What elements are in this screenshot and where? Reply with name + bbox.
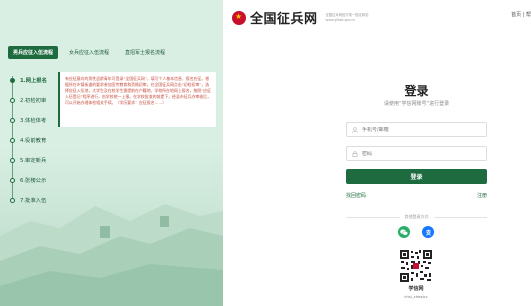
password-field[interactable] <box>346 146 487 161</box>
step-label: 5.审定新兵 <box>20 158 47 164</box>
process-steps: 1.网上报名 2.初检初审 3.体检体考 4.役前教育 5.审定新兵 6.张榜公… <box>10 70 60 210</box>
password-input[interactable] <box>362 150 472 157</box>
other-login-label: 其他登录方式 <box>404 214 429 219</box>
site-subtitle-line1: 全国征兵网官方唯一指定网站 <box>325 12 369 17</box>
step-physical-exam[interactable]: 3.体检体考 <box>10 110 60 130</box>
login-title: 登录 <box>404 84 429 98</box>
national-emblem-icon <box>232 10 246 25</box>
wechat-icon <box>400 229 408 235</box>
site-subtitle-line2: www.gfbzb.gov.cn <box>325 17 356 22</box>
phone-email-input[interactable] <box>362 126 472 133</box>
other-login-divider: 其他登录方式 <box>346 213 487 221</box>
alipay-login-button[interactable] <box>422 226 434 238</box>
step-label: 2.初检初审 <box>20 98 47 104</box>
step-dot-icon <box>10 117 15 123</box>
divider-line <box>433 216 487 218</box>
step-dot-icon <box>10 197 15 203</box>
register-link[interactable]: 注册 <box>477 192 487 199</box>
login-button[interactable]: 登录 <box>346 169 487 184</box>
tab-male-enlistment[interactable]: 男兵应征入伍流程 <box>8 46 59 59</box>
tab-nco-recruitment[interactable]: 直招军士报名流程 <box>120 46 170 59</box>
step-label: 6.张榜公示 <box>20 178 47 184</box>
step-pre-service-education[interactable]: 4.役前教育 <box>10 130 60 150</box>
step-public-notice[interactable]: 6.张榜公示 <box>10 170 60 190</box>
site-name: 全国征兵网 <box>250 12 318 27</box>
qr-label: 学信网 <box>408 286 424 292</box>
login-subtitle: 请使用“学信网账号”进行登录 <box>383 101 450 107</box>
qr-code-image <box>399 249 433 283</box>
qr-sub-label: chsi_chesicc <box>404 294 428 299</box>
site-subtitle: 全国征兵网官方唯一指定网站 www.gfbzb.gov.cn <box>326 13 369 23</box>
site-logo[interactable]: 全国征兵网 全国征兵网官方唯一指定网站 www.gfbzb.gov.cn <box>232 8 368 27</box>
step-dot-icon <box>10 97 15 103</box>
step-dot-icon <box>10 157 15 163</box>
alipay-icon <box>425 229 431 235</box>
step-preliminary-check[interactable]: 2.初检初审 <box>10 90 60 110</box>
step-label: 1.网上报名 <box>20 78 47 84</box>
top-nav-links[interactable]: 首页 | 帮 <box>511 11 531 18</box>
step-dot-icon <box>10 177 15 183</box>
step-label: 4.役前教育 <box>20 138 47 144</box>
divider-line <box>346 216 400 218</box>
step-label: 7.批准入伍 <box>20 198 47 204</box>
step-dot-icon <box>10 137 15 143</box>
lock-icon <box>352 150 358 157</box>
step-online-registration[interactable]: 1.网上报名 <box>10 70 60 90</box>
step-label: 3.体检体考 <box>20 118 47 124</box>
phone-email-field[interactable] <box>346 122 487 137</box>
process-panel: 男兵应征入伍流程 女兵应征入伍流程 直招军士报名流程 1.网上报名 2.初检初审… <box>0 0 223 306</box>
wechat-login-button[interactable] <box>398 226 410 238</box>
step-dot-icon <box>10 77 15 83</box>
step-description: 有应征意向的男性适龄青年可登录“全国征兵网”，填写个人基本信息、报名应征。根据所… <box>58 72 216 127</box>
step-enlistment[interactable]: 7.批准入伍 <box>10 190 60 210</box>
tab-female-enlistment[interactable]: 女兵应征入伍流程 <box>64 46 114 59</box>
forgot-password-link[interactable]: 找回密码 <box>346 192 366 199</box>
process-tabs: 男兵应征入伍流程 女兵应征入伍流程 直招军士报名流程 <box>8 46 170 59</box>
user-icon <box>352 126 358 133</box>
step-recruit-approval[interactable]: 5.审定新兵 <box>10 150 60 170</box>
